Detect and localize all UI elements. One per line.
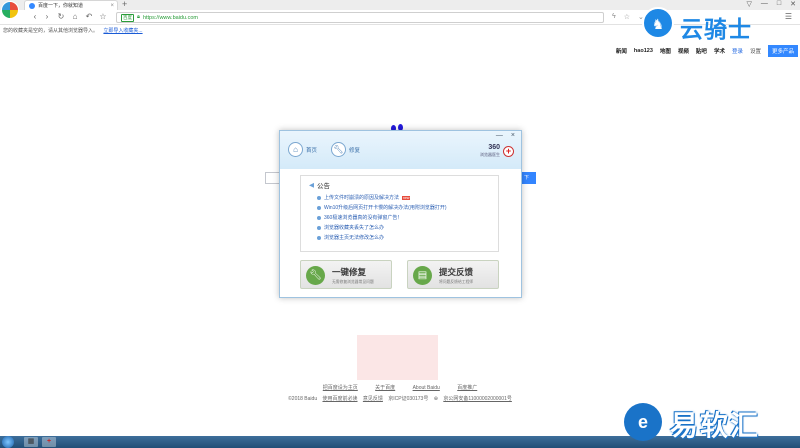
footer-link-security[interactable]: 京公网安备11000002000001号 bbox=[443, 396, 512, 402]
repair-subtitle: 无需修复浏览器常见问题 bbox=[332, 280, 374, 284]
police-badge-icon: ⊕ bbox=[433, 396, 438, 402]
wrench-icon: 🔧︎ bbox=[331, 142, 346, 157]
lightning-icon[interactable]: ϟ bbox=[612, 13, 616, 21]
notice-panel: ◀ 公告 上传文件时崩溃的原因及解决方法 new Win10升级后网页打开卡慢的… bbox=[300, 175, 499, 252]
taskbar-explorer-icon[interactable]: ▦ bbox=[24, 437, 38, 447]
list-item[interactable]: Win10升级后网页打开卡慢的解决办法(用附浏览器打开) bbox=[317, 204, 490, 211]
close-button[interactable]: ✕ bbox=[790, 0, 796, 8]
footer-link-feedback[interactable]: 意见反馈 bbox=[363, 396, 383, 402]
browser-doctor-dialog: — × ⌂ 首页 🔧︎ 修复 360 浏览器医生 + ◀ 公告 上传文件时崩溃的… bbox=[279, 130, 522, 298]
notice-link[interactable]: 浏览器主页无法修改怎么办 bbox=[324, 234, 384, 241]
search-button[interactable]: 下 bbox=[522, 172, 536, 184]
yunqishi-watermark: ♞ 云骑士 bbox=[640, 6, 790, 42]
notice-link[interactable]: 上传文件时崩溃的原因及解决方法 bbox=[324, 194, 399, 201]
bullet-icon bbox=[317, 235, 321, 240]
home-icon: ⌂ bbox=[288, 142, 303, 157]
browser-logo[interactable] bbox=[1, 1, 19, 19]
notice-link[interactable]: 360极速浏览器真的没有弹窗广告！ bbox=[324, 214, 402, 221]
notice-link[interactable]: 浏览器收藏夹丢失了怎么办 bbox=[324, 224, 384, 231]
tab-close-icon[interactable]: × bbox=[110, 3, 117, 9]
infobar-text: 您的收藏夹是空的，请从其他浏览器导入。 bbox=[3, 28, 99, 34]
refresh-icon[interactable]: ↻ bbox=[56, 12, 66, 21]
speaker-icon: ◀ bbox=[309, 182, 314, 189]
brand-subtitle: 浏览器医生 bbox=[480, 152, 500, 157]
tab-repair[interactable]: 🔧︎ 修复 bbox=[331, 142, 360, 157]
yiruanhui-watermark: e 易软汇 bbox=[622, 401, 792, 441]
undo-icon[interactable]: ↶ bbox=[84, 12, 94, 21]
notice-heading: ◀ 公告 bbox=[309, 180, 490, 190]
home-icon[interactable]: ⌂ bbox=[70, 12, 80, 21]
footer-link-homepage[interactable]: 把百度设为主页 bbox=[323, 385, 358, 391]
tab-title: 百度一下，你就知道 bbox=[38, 3, 84, 9]
nav-scholar[interactable]: 学术 bbox=[714, 47, 725, 55]
settings-link[interactable]: 设置 bbox=[750, 47, 761, 55]
wrench-icon: 🔧︎ bbox=[306, 266, 325, 285]
watermark-text: 易软汇 bbox=[670, 410, 761, 441]
copyright-text: ©2018 Baidu bbox=[288, 396, 318, 402]
list-item[interactable]: 浏览器收藏夹丢失了怎么办 bbox=[317, 224, 490, 231]
back-icon[interactable]: ‹ bbox=[30, 12, 40, 21]
tab-repair-label: 修复 bbox=[349, 147, 361, 154]
bullet-icon bbox=[317, 215, 321, 220]
list-item[interactable]: 浏览器主页无法修改怎么办 bbox=[317, 234, 490, 241]
taskbar-doctor-icon[interactable]: + bbox=[42, 437, 56, 447]
submit-feedback-button[interactable]: ▤ 提交反馈 将问题反馈给工程师 bbox=[407, 260, 499, 289]
one-click-repair-button[interactable]: 🔧︎ 一键修复 无需修复浏览器常见问题 bbox=[300, 260, 392, 289]
nav-news[interactable]: 新闻 bbox=[616, 47, 627, 55]
feedback-label: 提交反馈 bbox=[439, 267, 474, 277]
dialog-controls: — × bbox=[496, 132, 515, 139]
new-tab-button[interactable]: + bbox=[122, 0, 127, 9]
bullet-icon bbox=[317, 205, 321, 210]
feedback-subtitle: 将问题反馈给工程师 bbox=[439, 280, 474, 284]
tab-home[interactable]: ⌂ 首页 bbox=[288, 142, 317, 157]
yiruanhui-logo-icon: e bbox=[624, 403, 662, 441]
footer-link-terms[interactable]: 使用百度前必读 bbox=[322, 396, 357, 402]
start-button[interactable] bbox=[2, 436, 14, 448]
new-badge: new bbox=[402, 195, 411, 200]
footer-links: 把百度设为主页 关于百度 About Baidu 百度推广 bbox=[0, 384, 800, 391]
secure-badge: 百度 bbox=[121, 13, 134, 22]
qr-placeholder bbox=[357, 335, 438, 380]
search-input[interactable] bbox=[265, 172, 279, 184]
nav-video[interactable]: 视频 bbox=[678, 47, 689, 55]
feedback-icon: ▤ bbox=[413, 266, 432, 285]
repair-label: 一键修复 bbox=[332, 267, 367, 277]
nav-tieba[interactable]: 贴吧 bbox=[696, 47, 707, 55]
more-products-button[interactable]: 更多产品 bbox=[767, 45, 798, 57]
baidu-paw-icon bbox=[29, 2, 35, 9]
address-bar[interactable]: 百度 🔒︎ https://www.baidu.com bbox=[116, 12, 604, 23]
footer-link-promo[interactable]: 百度推广 bbox=[457, 385, 477, 391]
favorite-icon[interactable]: ☆ bbox=[624, 13, 630, 21]
bullet-icon bbox=[317, 195, 321, 200]
lock-icon: 🔒︎ bbox=[137, 14, 140, 20]
tab-baidu[interactable]: 百度一下，你就知道 × bbox=[24, 0, 118, 10]
medical-cross-icon: + bbox=[503, 145, 514, 157]
watermark-text: 云骑士 bbox=[680, 16, 752, 42]
dialog-brand: 360 浏览器医生 + bbox=[480, 144, 514, 158]
tab-home-label: 首页 bbox=[306, 147, 318, 154]
list-item[interactable]: 上传文件时崩溃的原因及解决方法 new bbox=[317, 194, 490, 201]
forward-icon[interactable]: › bbox=[42, 12, 52, 21]
list-item[interactable]: 360极速浏览器真的没有弹窗广告！ bbox=[317, 214, 490, 221]
login-link[interactable]: 登录 bbox=[732, 47, 743, 55]
dialog-header: — × ⌂ 首页 🔧︎ 修复 360 浏览器医生 + bbox=[280, 131, 521, 169]
nav-hao123[interactable]: hao123 bbox=[634, 48, 653, 54]
nav-map[interactable]: 地图 bbox=[660, 47, 671, 55]
knight-logo-icon: ♞ bbox=[642, 7, 674, 39]
notice-title: 公告 bbox=[317, 183, 330, 190]
footer-link-about-en[interactable]: About Baidu bbox=[413, 385, 440, 391]
bookmark-star-icon[interactable]: ☆ bbox=[98, 12, 108, 21]
icp-text: 京ICP证030173号 bbox=[388, 396, 429, 402]
bullet-icon bbox=[317, 225, 321, 230]
import-bookmarks-link[interactable]: 立即导入收藏夹... bbox=[103, 28, 142, 34]
baidu-top-nav: 新闻 hao123 地图 视频 贴吧 学术 登录 设置 更多产品 bbox=[616, 45, 798, 57]
dialog-close-button[interactable]: × bbox=[511, 132, 515, 139]
footer-link-about[interactable]: 关于百度 bbox=[375, 385, 395, 391]
brand-number: 360 bbox=[488, 144, 500, 151]
notice-link[interactable]: Win10升级后网页打开卡慢的解决办法(用附浏览器打开) bbox=[324, 204, 447, 211]
address-url[interactable]: https://www.baidu.com bbox=[143, 15, 198, 21]
dialog-minimize-button[interactable]: — bbox=[496, 132, 503, 139]
